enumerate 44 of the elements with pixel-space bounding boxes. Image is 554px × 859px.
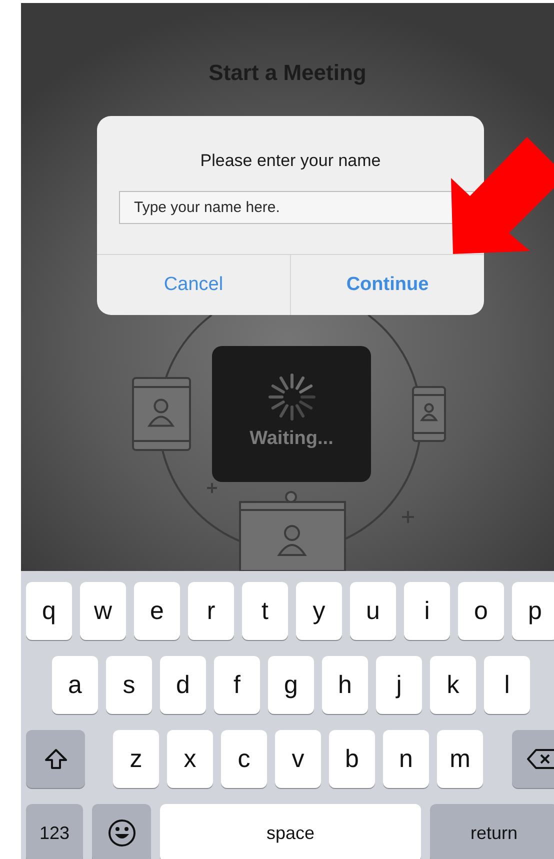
plus-icon — [401, 510, 415, 524]
keyboard-key[interactable]: b — [329, 730, 375, 788]
keyboard-key[interactable]: w — [80, 582, 126, 640]
waiting-label: Waiting... — [250, 428, 334, 450]
keyboard-key[interactable]: q — [26, 582, 72, 640]
keyboard-key[interactable]: j — [376, 656, 422, 714]
keyboard-key[interactable]: r — [188, 582, 234, 640]
keyboard-key[interactable]: m — [437, 730, 483, 788]
keyboard-key[interactable]: k — [430, 656, 476, 714]
keyboard-key[interactable]: d — [160, 656, 206, 714]
keyboard-key[interactable]: y — [296, 582, 342, 640]
keyboard-key[interactable]: e — [134, 582, 180, 640]
plus-icon — [206, 482, 218, 494]
keyboard-key[interactable]: l — [484, 656, 530, 714]
keyboard-key[interactable]: c — [221, 730, 267, 788]
keyboard-key[interactable]: g — [268, 656, 314, 714]
numbers-key[interactable]: 123 — [26, 804, 83, 859]
keyboard-key[interactable]: o — [458, 582, 504, 640]
backspace-icon — [526, 748, 554, 770]
delete-key[interactable] — [512, 730, 554, 788]
keyboard-key[interactable]: n — [383, 730, 429, 788]
spinner-icon — [266, 372, 316, 422]
shift-icon — [44, 748, 68, 770]
keyboard-key[interactable]: h — [322, 656, 368, 714]
dialog-title: Please enter your name — [200, 151, 381, 171]
emoji-key[interactable] — [92, 804, 151, 859]
keyboard-key[interactable]: f — [214, 656, 260, 714]
keyboard-key[interactable]: v — [275, 730, 321, 788]
space-key[interactable]: space — [160, 804, 421, 859]
keyboard-key[interactable]: a — [52, 656, 98, 714]
keyboard-key[interactable]: p — [512, 582, 554, 640]
shift-key[interactable] — [26, 730, 85, 788]
keyboard-key[interactable]: s — [106, 656, 152, 714]
keyboard-key[interactable]: u — [350, 582, 396, 640]
return-key[interactable]: return — [430, 804, 554, 859]
monitor-icon — [239, 491, 346, 571]
keyboard-key[interactable]: i — [404, 582, 450, 640]
keyboard-key[interactable]: z — [113, 730, 159, 788]
smiley-icon — [106, 818, 136, 848]
keyboard-key[interactable]: x — [167, 730, 213, 788]
name-input-field[interactable]: Type your name here. — [119, 191, 474, 224]
tablet-icon — [132, 377, 191, 451]
phone-icon — [412, 386, 446, 442]
keyboard-key[interactable]: t — [242, 582, 288, 640]
